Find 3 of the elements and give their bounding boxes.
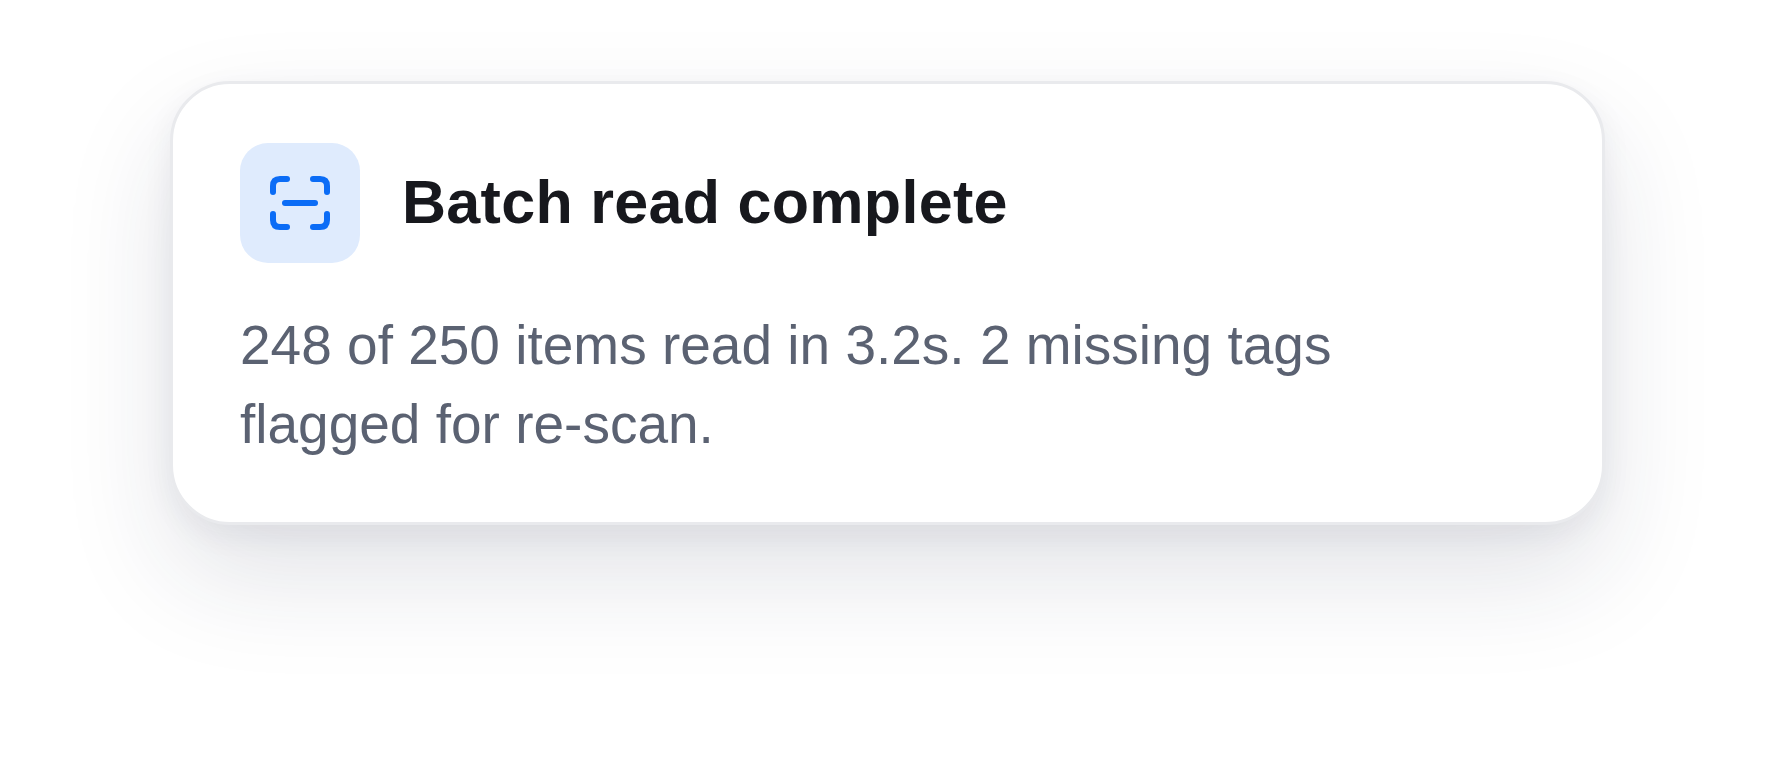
notification-title: Batch read complete xyxy=(402,167,1008,239)
scan-icon xyxy=(240,143,360,263)
notification-message: 248 of 250 items read in 3.2s. 2 missing tags flagged for re-scan. xyxy=(240,313,1333,457)
